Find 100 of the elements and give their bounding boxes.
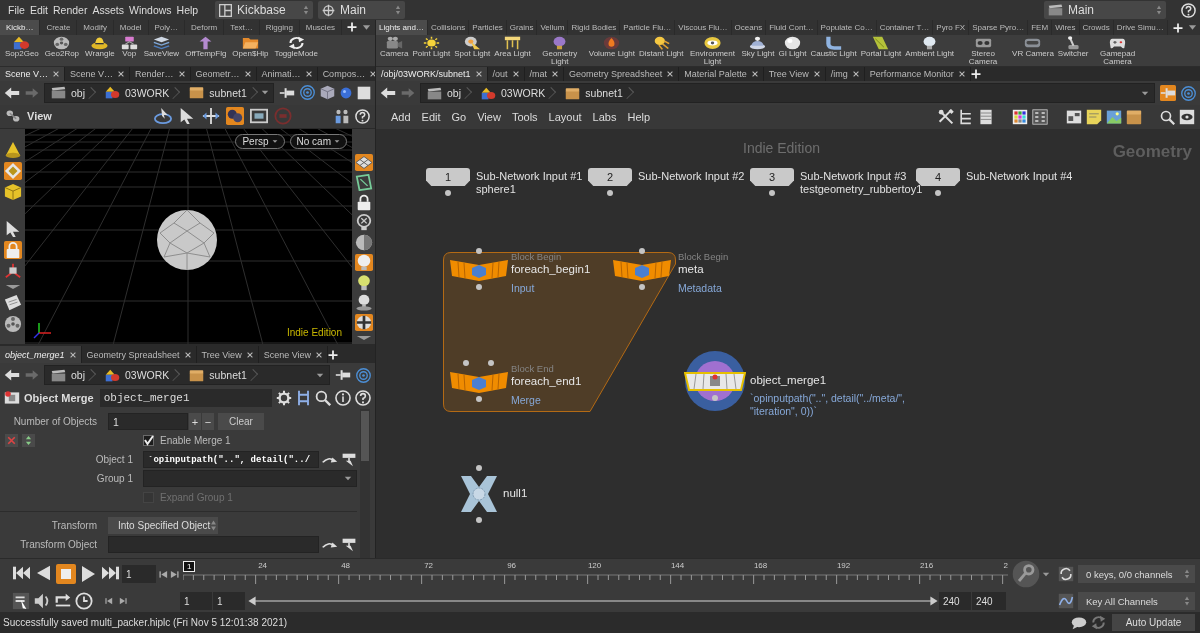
node-picker-icon[interactable]	[341, 537, 357, 552]
timeline-ruler[interactable]	[183, 573, 1008, 585]
shelf-tab[interactable]: Model	[113, 20, 149, 35]
viewport[interactable]: Persp No cam Indie Edition	[25, 128, 352, 345]
target-icon[interactable]	[300, 85, 315, 101]
menu-item[interactable]: Windows	[129, 4, 172, 16]
menu-item[interactable]: Help	[176, 4, 199, 16]
eye-icon[interactable]	[1179, 109, 1195, 125]
tree-icon[interactable]	[958, 109, 974, 125]
path-crumb[interactable]: obj	[45, 366, 99, 385]
image-icon[interactable]	[1106, 109, 1122, 125]
close-icon[interactable]	[552, 71, 559, 77]
shelf-tool-button[interactable]: Vop	[120, 35, 138, 58]
take-dropdown[interactable]: Main	[1044, 1, 1166, 19]
help-icon[interactable]	[355, 390, 371, 407]
path-field[interactable]: obj 03WORK subnet1	[420, 83, 1155, 103]
caret-icon[interactable]	[316, 371, 324, 379]
keys-status-menu[interactable]: 0 keys, 0/0 channels	[1078, 565, 1195, 583]
bulb-icon[interactable]	[354, 213, 373, 231]
block-end-node[interactable]	[450, 372, 508, 393]
shelf-tab[interactable]: Kickb…	[0, 20, 41, 35]
desktop-dropdown[interactable]: Kickbase	[215, 1, 313, 19]
caret-icon[interactable]	[1042, 570, 1050, 578]
shelf-tool-button[interactable]: Sky Light	[741, 36, 775, 58]
transform-menu[interactable]: Into Specified Object	[108, 517, 218, 535]
input-field[interactable]: `opinputpath("..", detail("../	[143, 451, 319, 469]
object-merge-node[interactable]	[684, 350, 746, 412]
sphere-icon[interactable]	[354, 233, 373, 251]
path-crumb[interactable]: subnet1	[559, 84, 637, 102]
menu-item[interactable]: Labs	[592, 111, 617, 123]
step-button[interactable]: +	[189, 413, 201, 431]
close-icon[interactable]	[178, 70, 185, 77]
camera-menu[interactable]: No cam	[289, 133, 347, 149]
handle-icon[interactable]	[3, 261, 22, 280]
close-icon[interactable]	[813, 71, 820, 77]
settings-icon[interactable]	[276, 390, 292, 407]
object-merge-icon[interactable]	[4, 390, 20, 407]
path-crumb[interactable]: 03WORK	[475, 84, 560, 102]
curve-icon[interactable]	[1058, 593, 1074, 609]
shelf-tool-button[interactable]: Point Light	[412, 36, 451, 58]
close-icon[interactable]	[244, 70, 251, 77]
target-icon[interactable]	[1181, 85, 1196, 101]
sheet-icon[interactable]	[3, 293, 22, 312]
output-connector[interactable]	[769, 190, 775, 196]
shelf-tool-button[interactable]: Wrangle	[85, 35, 115, 58]
output-connector[interactable]	[639, 284, 645, 290]
subnet-input-node[interactable]: 1	[426, 168, 470, 186]
square-icon[interactable]	[357, 85, 371, 100]
list-icon[interactable]	[978, 109, 994, 125]
network-box-icon[interactable]	[1066, 109, 1082, 125]
shelf-tool-button[interactable]: GI Light	[778, 36, 807, 58]
key-icon[interactable]	[1012, 560, 1040, 588]
sphere-icon[interactable]	[354, 313, 373, 331]
input-connector[interactable]	[488, 360, 494, 366]
menu-item[interactable]: Tools	[511, 111, 538, 123]
move-icon[interactable]	[201, 107, 220, 126]
skip-back-icon[interactable]	[12, 564, 32, 582]
back-icon[interactable]	[4, 368, 20, 383]
pane-tab[interactable]: Animati…	[256, 66, 318, 81]
layout-icon[interactable]	[335, 108, 349, 124]
path-crumb[interactable]: obj	[45, 83, 99, 102]
info-icon[interactable]	[335, 390, 351, 407]
shelf-tool-button[interactable]: Environment Light	[687, 36, 738, 66]
current-frame-marker[interactable]: 1	[183, 561, 196, 572]
menu-item[interactable]: Assets	[92, 4, 124, 16]
caret-icon[interactable]	[1187, 23, 1197, 32]
color-grid-icon[interactable]	[1012, 109, 1028, 125]
plus-icon[interactable]	[347, 22, 358, 33]
grid-plane-icon[interactable]	[354, 153, 373, 171]
back-icon[interactable]	[4, 85, 20, 100]
range-field[interactable]: 240	[972, 592, 1006, 610]
subnet-input-node[interactable]: 2	[588, 168, 632, 186]
close-icon[interactable]	[305, 70, 312, 77]
box-icon[interactable]	[1126, 109, 1142, 125]
close-icon[interactable]	[184, 351, 191, 358]
shelf-tool-button[interactable]: OffTempFlg	[185, 35, 227, 58]
shelf-tool-button[interactable]: Area Light	[494, 36, 531, 58]
menu-item[interactable]: File	[8, 4, 25, 16]
node-picker-icon[interactable]	[341, 452, 357, 467]
subnet-input-node[interactable]: 3	[750, 168, 794, 186]
output-connector[interactable]	[476, 284, 482, 290]
menu-item[interactable]: View	[477, 111, 501, 123]
help-icon[interactable]	[355, 108, 370, 124]
pane-tab[interactable]: object_merge1	[0, 346, 82, 364]
rotate-icon[interactable]	[153, 107, 172, 126]
cone-icon[interactable]	[3, 140, 22, 159]
search-icon[interactable]	[315, 390, 331, 407]
step-button[interactable]: −	[202, 413, 214, 431]
clock-icon[interactable]	[75, 592, 93, 610]
caret-icon[interactable]	[344, 475, 352, 483]
shelf-tool-button[interactable]: Gamepad Camera	[1092, 36, 1143, 66]
close-icon[interactable]	[512, 71, 519, 77]
block-begin-node[interactable]	[613, 260, 671, 281]
shelf-tool-button[interactable]: SaveView	[143, 35, 180, 58]
close-icon[interactable]	[852, 71, 859, 77]
shelf-tool-button[interactable]: VR Camera	[1012, 36, 1054, 58]
count-field[interactable]: 1	[108, 413, 188, 431]
shelf-tab[interactable]: Muscles	[299, 20, 343, 35]
remove-icon[interactable]	[5, 434, 18, 448]
shelf-tool-button[interactable]: Distant Light	[639, 36, 684, 58]
